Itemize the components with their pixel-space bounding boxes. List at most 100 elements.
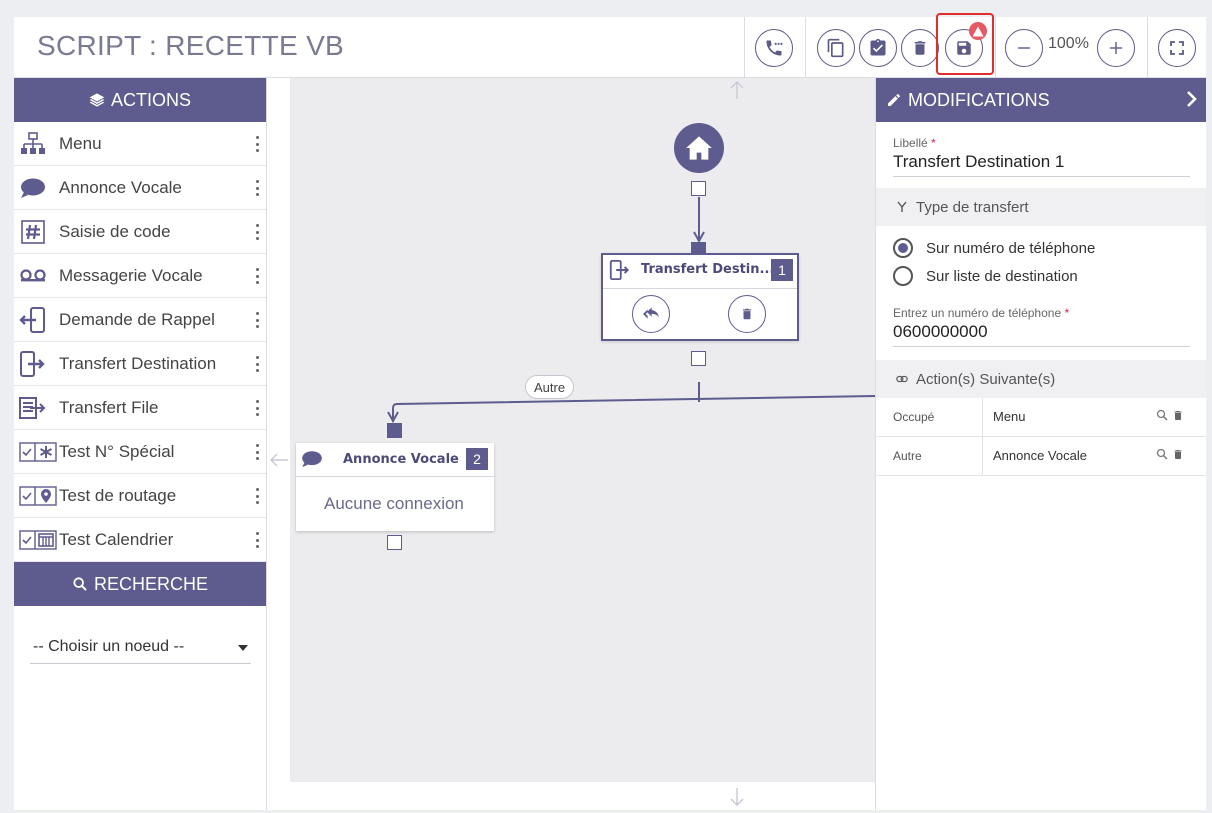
action-item-menu[interactable]: Menu xyxy=(14,122,266,166)
minus-icon xyxy=(1018,47,1030,49)
edge-label-autre[interactable]: Autre xyxy=(525,375,575,399)
action-label: Test Calendrier xyxy=(59,530,174,549)
action-item-saisie-code[interactable]: Saisie de code xyxy=(14,210,266,254)
link-icon xyxy=(896,375,908,383)
test-routing-icon xyxy=(19,483,57,509)
action-item-transfert-destination[interactable]: Transfert Destination xyxy=(14,342,266,386)
connection-line xyxy=(392,395,875,422)
chevron-right-icon[interactable] xyxy=(1186,90,1198,108)
target-action: Annonce Vocale xyxy=(993,448,1087,463)
more-icon[interactable] xyxy=(255,488,259,504)
clipboard-check-icon xyxy=(870,38,886,56)
fullscreen-icon xyxy=(1170,41,1184,55)
search-icon[interactable] xyxy=(1156,409,1168,421)
more-icon[interactable] xyxy=(255,136,259,152)
node-divider xyxy=(603,288,797,289)
trash-icon[interactable] xyxy=(1172,448,1184,461)
output-port[interactable] xyxy=(691,351,706,366)
node-annonce-vocale[interactable]: Annonce Vocale 2 Aucune connexion xyxy=(296,443,494,531)
more-icon[interactable] xyxy=(255,400,259,416)
scroll-left-arrow-icon[interactable] xyxy=(270,453,288,467)
more-icon[interactable] xyxy=(255,180,259,196)
more-icon[interactable] xyxy=(255,356,259,372)
page-title: SCRIPT : RECETTE VB xyxy=(37,30,345,61)
validate-button[interactable] xyxy=(859,29,897,67)
action-item-test-routage[interactable]: Test de routage xyxy=(14,474,266,518)
start-node[interactable] xyxy=(674,123,724,173)
radio-destination-list[interactable] xyxy=(893,266,913,286)
trash-icon[interactable] xyxy=(1172,409,1184,422)
more-icon[interactable] xyxy=(255,444,259,460)
output-port[interactable] xyxy=(691,181,706,196)
action-label: Saisie de code xyxy=(59,222,171,241)
more-icon[interactable] xyxy=(255,268,259,284)
speech-bubble-icon xyxy=(301,450,323,472)
scroll-up-arrow-icon[interactable] xyxy=(730,81,744,99)
action-label: Messagerie Vocale xyxy=(59,266,203,285)
transfer-type-section: Type de transfert xyxy=(876,188,1206,226)
header-bar: SCRIPT : RECETTE VB 100% xyxy=(14,13,1206,78)
duplicate-button[interactable] xyxy=(817,29,855,67)
libelle-field[interactable]: Transfert Destination 1 xyxy=(893,152,1064,172)
reply-all-icon xyxy=(643,307,659,319)
reply-all-button[interactable] xyxy=(632,295,670,333)
condition-label: Occupé xyxy=(893,410,935,424)
section-title: Action(s) Suivante(s) xyxy=(916,370,1056,388)
action-item-messagerie[interactable]: Messagerie Vocale xyxy=(14,254,266,298)
voicemail-icon xyxy=(19,263,47,289)
action-label: Annonce Vocale xyxy=(59,178,182,197)
pencil-icon xyxy=(888,94,900,106)
libelle-label: Libellé * xyxy=(893,136,936,150)
node-title: Transfert Destin... xyxy=(641,262,775,277)
divider xyxy=(744,17,745,78)
zoom-out-button[interactable] xyxy=(1005,29,1043,67)
action-item-test-special[interactable]: Test N° Spécial xyxy=(14,430,266,474)
script-canvas[interactable]: Transfert Destin... 1 Autre Annonce Voca… xyxy=(267,78,875,810)
phone-field[interactable]: 0600000000 xyxy=(893,322,988,342)
modifications-header: MODIFICATIONS xyxy=(876,78,1206,122)
next-action-row: Occupé Menu xyxy=(876,398,1206,437)
node-select[interactable]: -- Choisir un noeud -- xyxy=(30,634,251,664)
actions-header: ACTIONS xyxy=(14,78,266,122)
radio-phone-number[interactable] xyxy=(893,238,913,258)
delete-node-button[interactable] xyxy=(728,295,766,333)
copy-icon xyxy=(827,38,844,58)
search-header: RECHERCHE xyxy=(14,562,266,606)
radio-label: Sur liste de destination xyxy=(926,268,1078,285)
phone-dots-icon xyxy=(766,40,783,56)
call-button[interactable] xyxy=(755,29,793,67)
action-item-test-calendrier[interactable]: Test Calendrier xyxy=(14,518,266,562)
divider xyxy=(805,17,806,78)
test-special-icon xyxy=(19,439,57,465)
node-number-badge: 1 xyxy=(771,259,793,281)
action-item-rappel[interactable]: Demande de Rappel xyxy=(14,298,266,342)
delete-script-button[interactable] xyxy=(901,29,939,67)
target-action: Menu xyxy=(993,409,1026,424)
next-action-row: Autre Annonce Vocale xyxy=(876,437,1206,476)
action-item-annonce-vocale[interactable]: Annonce Vocale xyxy=(14,166,266,210)
input-port[interactable] xyxy=(387,423,402,438)
action-label: Test de routage xyxy=(59,486,177,505)
queue-transfer-icon xyxy=(19,395,47,421)
output-port[interactable] xyxy=(387,535,402,550)
action-label: Demande de Rappel xyxy=(59,310,215,329)
action-item-transfert-file[interactable]: Transfert File xyxy=(14,386,266,430)
more-icon[interactable] xyxy=(255,312,259,328)
more-icon[interactable] xyxy=(255,532,259,548)
zoom-in-button[interactable] xyxy=(1097,29,1135,67)
scroll-down-arrow-icon[interactable] xyxy=(730,788,744,806)
actions-title: ACTIONS xyxy=(110,89,191,110)
more-icon[interactable] xyxy=(255,224,259,240)
layers-icon xyxy=(89,93,105,107)
fullscreen-button[interactable] xyxy=(1158,29,1196,67)
no-connection-text: Aucune connexion xyxy=(324,494,464,513)
node-transfert-destination[interactable]: Transfert Destin... 1 xyxy=(601,253,799,341)
input-port[interactable] xyxy=(691,242,706,253)
phone-label: Entrez un numéro de téléphone * xyxy=(893,306,1070,320)
next-actions-section: Action(s) Suivante(s) xyxy=(876,360,1206,398)
zoom-level: 100% xyxy=(1048,35,1089,52)
fork-icon xyxy=(897,201,907,212)
search-icon[interactable] xyxy=(1156,448,1168,460)
condition-label: Autre xyxy=(893,449,922,463)
action-label: Menu xyxy=(59,134,102,153)
